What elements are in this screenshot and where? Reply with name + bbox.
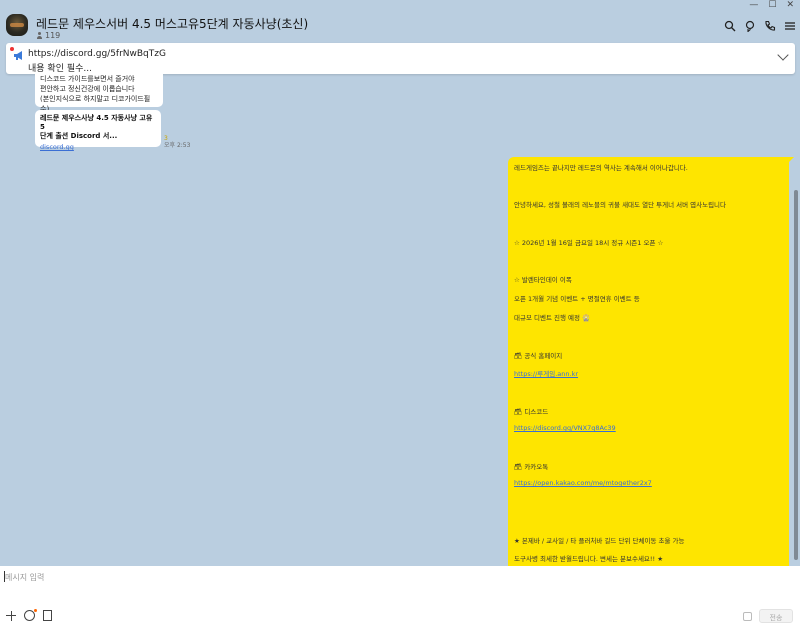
member-count-value: 119 [45, 31, 61, 40]
chatroom-title: 레드문 제우스서버 4.5 머스고유5단계 자동사냥(초신) [36, 17, 309, 31]
link-preview-title: 단계 출션 Discord 서... [40, 132, 118, 140]
notice-text-body: 내용 확인 필수... [28, 64, 92, 74]
message-bubble[interactable]: 디스코드 가이드를보면서 즐거야 편안하고 정신건강에 이롭습니다 (본인지식으… [35, 74, 163, 113]
discord-link[interactable]: https://discord.gg/VNX7q8Ac39 [514, 424, 616, 432]
new-badge [34, 609, 37, 612]
own-message-bubble[interactable]: 레드게임즈는 끝나지만 레드문의 역사는 계속해서 이어나갑니다. 안녕하세요,… [508, 157, 789, 566]
message-line: 도구사병 최세한 받월드립니다. 변세는 분보수세요!! ★ [514, 555, 664, 563]
message-line: 레드게임즈는 끝나지만 레드문의 역사는 계속해서 이어나갑니다. [514, 164, 688, 172]
message-line: ☆ 2026년 1월 16일 금요일 18시 정규 시즌1 오픈 ☆ [514, 239, 664, 247]
search-icon[interactable] [724, 20, 736, 32]
composer-tools [6, 609, 52, 621]
plus-icon[interactable] [6, 610, 16, 621]
hash-icon[interactable] [743, 612, 752, 621]
unread-count: 3 [164, 135, 168, 142]
file-icon[interactable] [43, 610, 52, 621]
message-time: 오후 2:53 [164, 142, 191, 149]
chevron-down-icon[interactable] [777, 49, 789, 61]
chat-header: 레드문 제우스서버 4.5 머스고유5단계 자동사냥(초신) 119 — ☐ ✕ [0, 0, 800, 40]
message-line: 편안하고 정신건강에 이롭습니다 [40, 85, 135, 93]
member-count[interactable]: 119 [36, 31, 60, 40]
person-icon [36, 32, 43, 39]
message-line: 대규모 디벤트 진행 예정 🎡 [514, 314, 591, 322]
message-line: 🗃 공식 홈페이지 [514, 352, 563, 360]
message-composer: 메시지 입력 [0, 566, 800, 627]
call-icon[interactable] [764, 20, 776, 32]
message-line: 안녕하세요, 성철 볼래의 레노블의 귀불 새대도 열단 투게너 서버 엽사노립… [514, 201, 727, 209]
emoji-icon[interactable] [24, 609, 37, 621]
kakao-link[interactable]: https://open.kakao.com/me/mtogether2x7 [514, 479, 652, 487]
chat-scrollbar[interactable] [792, 40, 800, 566]
message-line: 🗃 카카오톡 [514, 463, 549, 471]
menu-icon[interactable] [784, 20, 796, 32]
maximize-button[interactable]: ☐ [768, 0, 776, 10]
message-meta: 3 오후 2:53 [164, 135, 190, 149]
link-preview-card[interactable]: 레드문 제우스사냥 4.5 자동사냥 고유5 단계 출션 Discord 서..… [35, 110, 161, 151]
link-preview-title: 레드문 제우스사냥 4.5 자동사냥 고유5 [40, 114, 153, 131]
notice-text-url: https://discord.gg/5frNwBqTzG [28, 49, 166, 59]
message-line: 오픈 1개월 기념 이벤트 + 명절연휴 이벤트 등 [514, 295, 640, 303]
message-line: ☆ 발렌타인데이 이폭 [514, 276, 572, 284]
megaphone-icon [13, 50, 25, 61]
minimize-button[interactable]: — [749, 0, 758, 10]
ai-icon[interactable] [744, 20, 756, 33]
chatroom-avatar[interactable] [6, 14, 28, 36]
message-input[interactable]: 메시지 입력 [5, 572, 44, 583]
close-button[interactable]: ✕ [786, 0, 794, 10]
link-preview-url[interactable]: discord.gg [40, 143, 156, 151]
send-button[interactable]: 전송 [759, 609, 793, 623]
window-controls: — ☐ ✕ [749, 0, 794, 10]
scroll-thumb[interactable] [794, 190, 798, 560]
homepage-link[interactable]: https://루게임.ann.kr [514, 368, 578, 378]
message-line: 디스코드 가이드를보면서 즐거야 [40, 75, 135, 83]
message-line: 🗃 디스코드 [514, 408, 549, 416]
message-line: ★ 본제바 / 교사일 / 타 플러처바 길드 단위 단체이동 초울 가능 [514, 537, 685, 545]
notice-banner[interactable]: https://discord.gg/5frNwBqTzG 내용 확인 필수..… [6, 43, 795, 74]
header-tools [724, 20, 796, 33]
